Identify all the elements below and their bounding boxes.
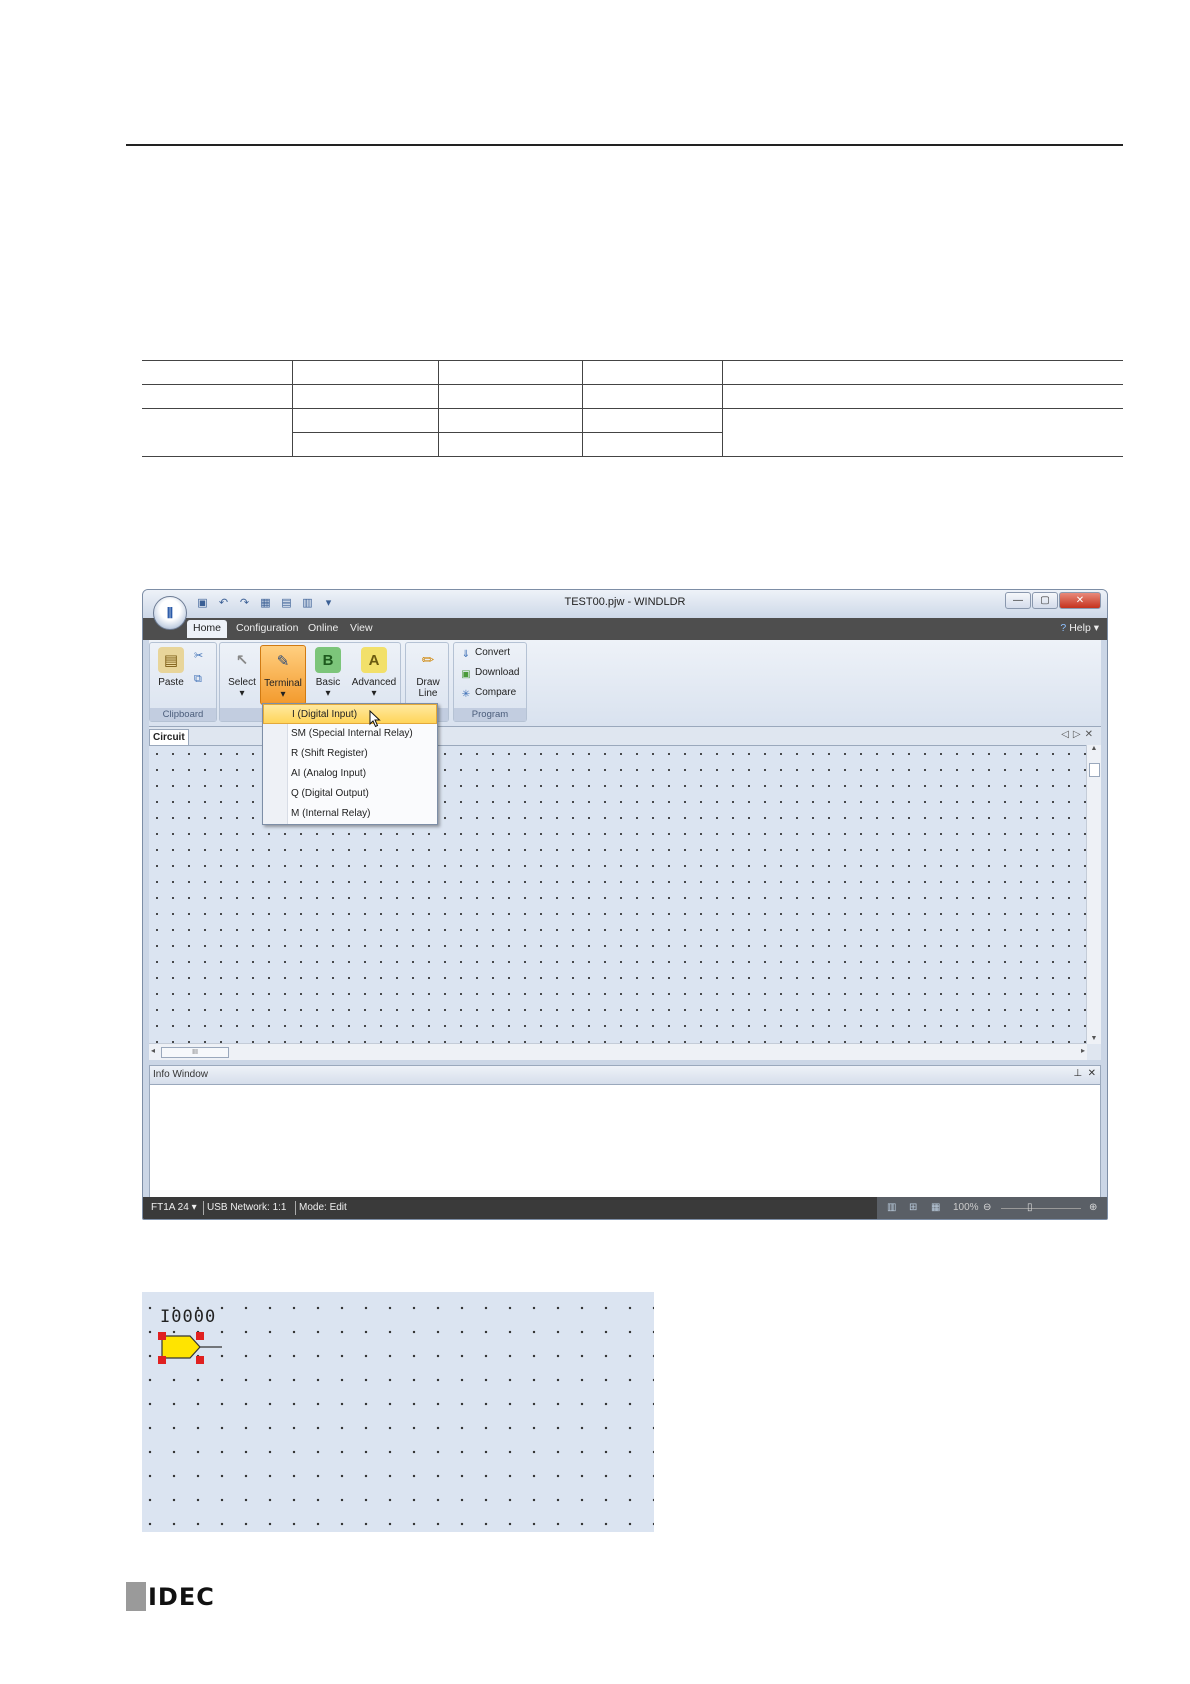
- ribbon-tabs: Home Configuration Online View ? Help ▾: [143, 618, 1107, 640]
- scroll-left-icon[interactable]: ◁: [1061, 729, 1073, 740]
- application-orb-icon[interactable]: ⦀: [153, 596, 187, 630]
- download-program-icon: ▣: [461, 669, 471, 680]
- menu-item-internal-relay[interactable]: M (Internal Relay): [263, 804, 437, 824]
- plc-type-selector[interactable]: FT1A 24 ▾: [151, 1202, 197, 1213]
- logo-text: IDEC: [148, 1582, 215, 1611]
- draw-line-button[interactable]: ✏ Draw Line: [410, 647, 446, 700]
- advanced-button[interactable]: A Advanced ▾: [350, 647, 398, 699]
- document-controls: ◁▷✕: [1061, 729, 1097, 740]
- help-button[interactable]: ? Help ▾: [1060, 622, 1099, 634]
- menu-item-analog-input[interactable]: AI (Analog Input): [263, 764, 437, 784]
- download-button[interactable]: ▣ Download: [460, 667, 519, 681]
- minimize-button[interactable]: —: [1005, 592, 1031, 609]
- terminal-icon: ✎: [276, 653, 290, 670]
- window-title: TEST00.pjw - WINDLDR: [564, 596, 686, 608]
- basic-b-icon: B: [315, 647, 341, 673]
- layout-view-icon[interactable]: ⊞: [909, 1202, 917, 1213]
- info-window: Info Window ⊥ ✕: [149, 1065, 1101, 1199]
- close-info-icon[interactable]: ✕: [1088, 1068, 1096, 1079]
- normal-view-icon[interactable]: ▥: [887, 1202, 896, 1213]
- close-button[interactable]: ✕: [1059, 592, 1101, 609]
- info-window-title: Info Window: [150, 1066, 1100, 1085]
- terminal-label: I0000: [160, 1307, 217, 1327]
- status-bar: FT1A 24 ▾ USB Network: 1:1 Mode: Edit ▥ …: [143, 1197, 1107, 1219]
- advanced-a-icon: A: [361, 647, 387, 673]
- grid-view-icon[interactable]: ▦: [931, 1202, 940, 1213]
- vertical-scrollbar[interactable]: ▲ ▼: [1086, 745, 1101, 1044]
- pencil-icon: ✏: [421, 651, 435, 669]
- program-group: ⇓ Convert ▣ Download ✳ Compare Program: [453, 642, 527, 722]
- pin-icon[interactable]: ⊥: [1073, 1068, 1082, 1079]
- tab-configuration[interactable]: Configuration: [236, 622, 298, 634]
- digital-input-terminal-icon[interactable]: [156, 1330, 226, 1370]
- maximize-button[interactable]: ▢: [1032, 592, 1058, 609]
- paste-button[interactable]: ▤ Paste: [156, 647, 186, 688]
- clipboard-group: ▤ Paste ✂ ⧉ Clipboard: [149, 642, 217, 722]
- program-group-label: Program: [454, 708, 526, 721]
- compare-button[interactable]: ✳ Compare: [460, 687, 516, 701]
- mode-status: Mode: Edit: [299, 1202, 347, 1213]
- zoom-level: 100%: [953, 1202, 979, 1213]
- convert-button[interactable]: ⇓ Convert: [460, 647, 510, 661]
- scroll-right-arrow-icon[interactable]: ▸: [1081, 1046, 1085, 1055]
- compare-icon: ✳: [461, 689, 471, 700]
- close-document-icon[interactable]: ✕: [1085, 729, 1097, 740]
- tab-home[interactable]: Home: [187, 620, 228, 638]
- basic-button[interactable]: B Basic ▾: [310, 647, 346, 699]
- terminal-button[interactable]: ✎ Terminal ▾: [260, 645, 306, 705]
- horizontal-scroll-thumb[interactable]: III: [161, 1047, 229, 1058]
- zoom-slider[interactable]: ▯: [1027, 1202, 1033, 1213]
- convert-icon: ⇓: [461, 649, 471, 660]
- windldr-window: ▣ ↶ ↷ ▦ ▤ ▥ ▾ TEST00.pjw - WINDLDR — ▢ ✕…: [142, 589, 1108, 1220]
- cut-icon[interactable]: ✂: [194, 649, 203, 662]
- tab-online[interactable]: Online: [308, 622, 338, 634]
- placed-terminal-figure: I0000: [142, 1292, 654, 1532]
- menu-item-digital-input[interactable]: I (Digital Input): [263, 704, 437, 724]
- paste-icon: ▤: [158, 647, 184, 673]
- scroll-left-arrow-icon[interactable]: ◂: [151, 1046, 155, 1055]
- connection-status: USB Network: 1:1: [207, 1202, 287, 1213]
- vertical-scroll-thumb[interactable]: [1089, 763, 1100, 777]
- tab-view[interactable]: View: [350, 622, 373, 634]
- top-rule: [126, 144, 1123, 146]
- clipboard-group-label: Clipboard: [150, 708, 216, 721]
- scroll-down-icon[interactable]: ▼: [1087, 1035, 1101, 1042]
- select-button[interactable]: ↖ Select ▾: [226, 647, 258, 699]
- zoom-in-icon[interactable]: ⊕: [1089, 1202, 1097, 1213]
- view-controls: ▥ ⊞ ▦ 100% ⊖ ▯ ⊕: [877, 1197, 1107, 1219]
- scroll-up-icon[interactable]: ▲: [1087, 745, 1101, 752]
- horizontal-scrollbar[interactable]: ◂ III ▸: [149, 1043, 1087, 1060]
- help-icon: ?: [1060, 622, 1067, 634]
- scroll-right-icon[interactable]: ▷: [1073, 729, 1085, 740]
- empty-table: [142, 360, 1123, 457]
- mouse-cursor-icon: [369, 710, 381, 728]
- pointer-icon: ↖: [235, 652, 249, 669]
- zoom-out-icon[interactable]: ⊖: [983, 1202, 991, 1213]
- terminal-dropdown-menu: I (Digital Input) SM (Special Internal R…: [262, 703, 438, 825]
- idec-logo: IDEC: [126, 1582, 215, 1611]
- copy-icon[interactable]: ⧉: [194, 673, 202, 686]
- menu-item-shift-register[interactable]: R (Shift Register): [263, 744, 437, 764]
- menu-item-digital-output[interactable]: Q (Digital Output): [263, 784, 437, 804]
- tab-circuit[interactable]: Circuit: [149, 729, 189, 745]
- logo-bar: [126, 1582, 146, 1611]
- menu-item-special-internal-relay[interactable]: SM (Special Internal Relay): [263, 724, 437, 744]
- title-bar: ▣ ↶ ↷ ▦ ▤ ▥ ▾ TEST00.pjw - WINDLDR — ▢ ✕: [143, 590, 1107, 618]
